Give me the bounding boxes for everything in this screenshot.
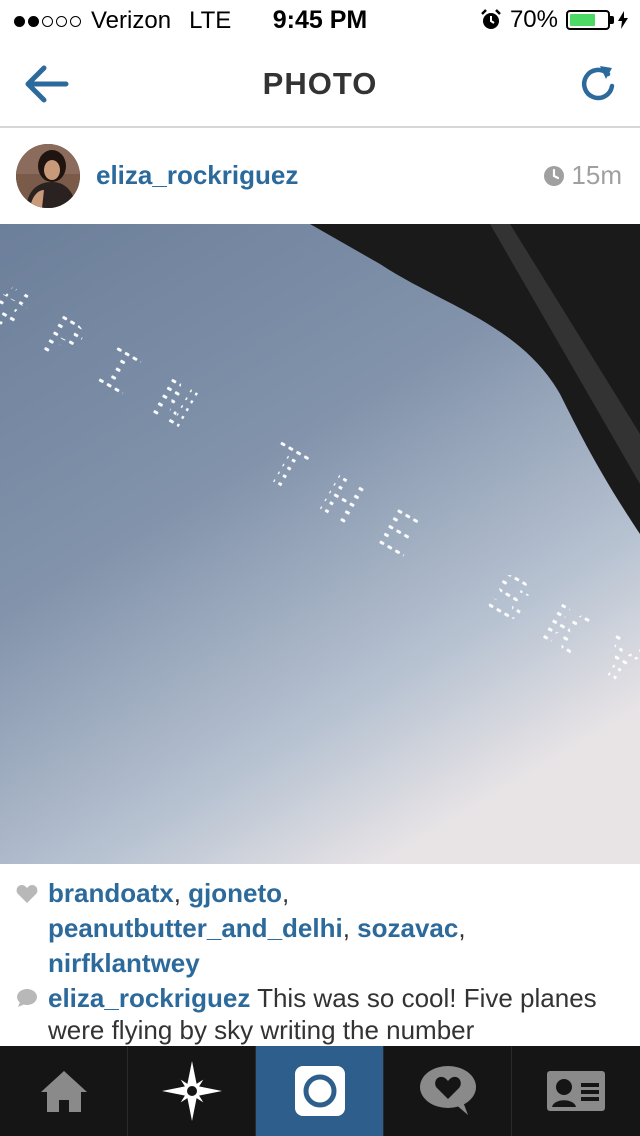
like-user[interactable]: sozavac xyxy=(357,913,458,943)
avatar[interactable] xyxy=(16,144,80,208)
tab-home[interactable] xyxy=(0,1046,128,1136)
battery-icon xyxy=(566,10,614,30)
post-photo[interactable]: #PIN THE SKY xyxy=(0,224,640,864)
like-user[interactable]: gjoneto xyxy=(188,878,282,908)
navigation-bar: PHOTO xyxy=(0,40,640,128)
camera-icon xyxy=(294,1066,345,1116)
post-time: 15m xyxy=(543,160,622,191)
clock-icon xyxy=(544,165,565,186)
post-username[interactable]: eliza_rockriguez xyxy=(96,160,298,191)
battery-percent: 70% xyxy=(509,6,558,33)
tab-profile[interactable] xyxy=(512,1046,640,1136)
status-bar: Verizon LTE 9:45 PM 70% xyxy=(0,0,640,40)
comment-bubble-icon xyxy=(17,989,37,1007)
time-ago-label: 15m xyxy=(571,160,622,190)
tab-bar xyxy=(0,1046,640,1136)
page-title: PHOTO xyxy=(262,66,378,101)
status-right: 70% xyxy=(480,6,628,34)
like-user[interactable]: nirfklantwey xyxy=(48,948,200,978)
profile-card-icon xyxy=(547,1071,605,1111)
tab-explore[interactable] xyxy=(128,1046,256,1136)
charging-bolt-icon xyxy=(618,11,628,29)
tab-camera[interactable] xyxy=(256,1046,384,1136)
alarm-icon xyxy=(481,9,501,29)
likes-list: brandoatx, gjoneto, peanutbutter_and_del… xyxy=(48,878,466,978)
post-header: eliza_rockriguez 15m xyxy=(0,128,640,224)
explore-star-icon xyxy=(161,1061,222,1121)
heart-icon xyxy=(16,885,38,903)
tab-activity[interactable] xyxy=(384,1046,512,1136)
like-user[interactable]: brandoatx xyxy=(48,878,174,908)
caption-comment: eliza_rockriguez This was so cool! Five … xyxy=(16,982,624,1046)
heart-bubble-icon xyxy=(419,1066,476,1115)
likes-section: brandoatx, gjoneto, peanutbutter_and_del… xyxy=(16,876,624,981)
home-icon xyxy=(40,1071,87,1112)
comment-username[interactable]: eliza_rockriguez xyxy=(48,983,250,1013)
refresh-icon[interactable] xyxy=(578,62,618,106)
like-user[interactable]: peanutbutter_and_delhi xyxy=(48,913,343,943)
